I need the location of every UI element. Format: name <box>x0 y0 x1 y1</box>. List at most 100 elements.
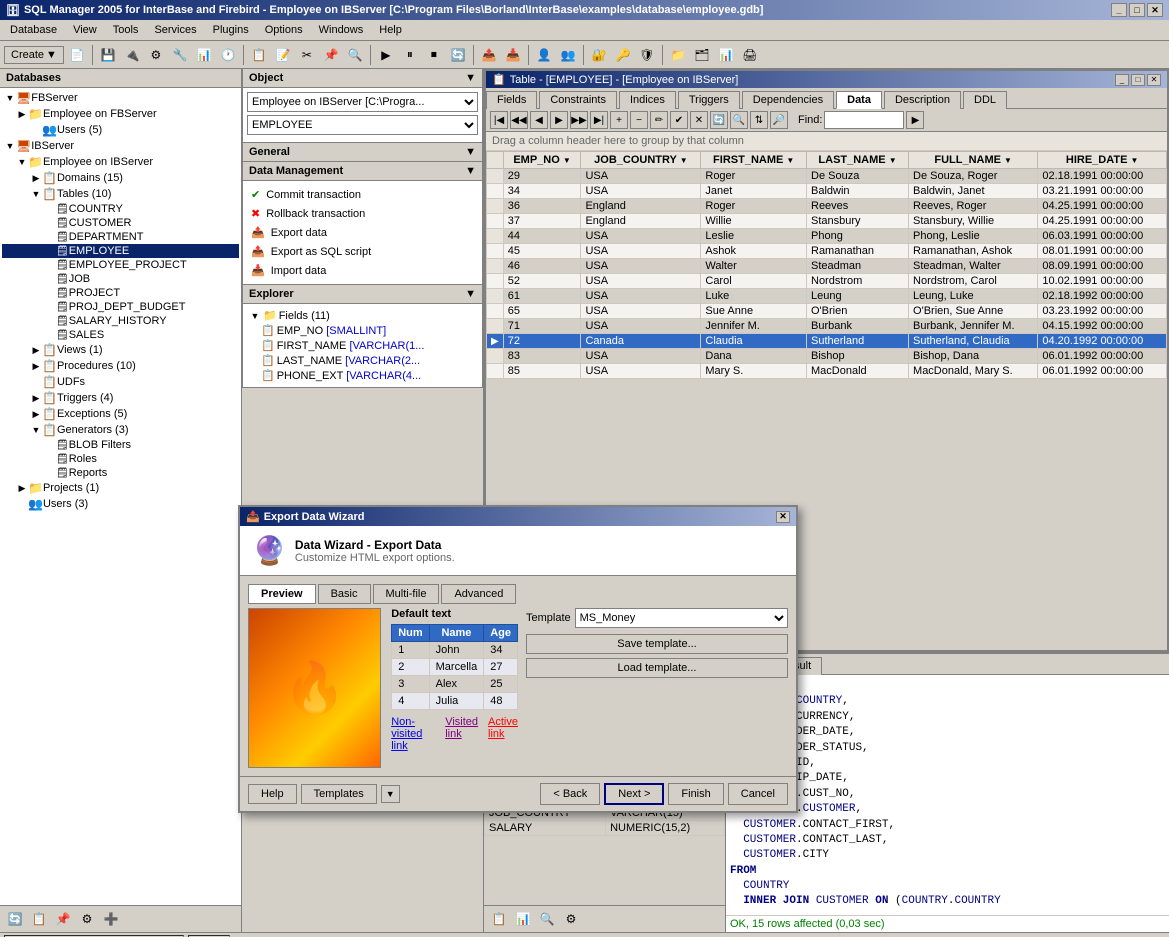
expand-tables[interactable]: ▼ <box>30 189 42 199</box>
tree-triggers[interactable]: ▶ 📋 Triggers (4) <box>2 390 239 406</box>
dialog-close-button[interactable]: ✕ <box>776 511 790 523</box>
table-row[interactable]: 83 USA Dana Bishop Bishop, Dana 06.01.19… <box>487 349 1167 364</box>
find-input[interactable] <box>824 111 904 129</box>
lp-btn-1[interactable]: 🔄 <box>4 908 26 930</box>
table-row[interactable]: 44 USA Leslie Phong Phong, Leslie 06.03.… <box>487 229 1167 244</box>
tb-btn-19[interactable]: 👤 <box>533 44 555 66</box>
export-wizard-dialog[interactable]: 📤 Export Data Wizard ✕ 🔮 Data Wizard - E… <box>238 505 798 813</box>
col-first-name[interactable]: FIRST_NAME ▼ <box>701 152 807 169</box>
col-full-name[interactable]: FULL_NAME ▼ <box>909 152 1038 169</box>
import-action[interactable]: 📥 Import data <box>247 261 478 280</box>
tree-job[interactable]: 🗒 JOB <box>2 272 239 286</box>
object-table-select[interactable]: EMPLOYEE <box>247 115 478 135</box>
expand-triggers[interactable]: ▶ <box>30 393 42 404</box>
exp-phone-ext[interactable]: 📋 PHONE_EXT [VARCHAR(4... <box>247 368 478 383</box>
nav-prev-page[interactable]: ◀◀ <box>510 111 528 129</box>
menu-services[interactable]: Services <box>148 22 202 38</box>
table-row[interactable]: 45 USA Ashok Ramanathan Ramanathan, Asho… <box>487 244 1167 259</box>
table-row[interactable]: 34 USA Janet Baldwin Baldwin, Janet 03.2… <box>487 184 1167 199</box>
expand-procedures[interactable]: ▶ <box>30 361 42 372</box>
tb-btn-25[interactable]: 🗂 <box>691 44 713 66</box>
tb-btn-21[interactable]: 🔐 <box>588 44 610 66</box>
nav-refresh[interactable]: 🔄 <box>710 111 728 129</box>
templates-button[interactable]: Templates <box>301 784 377 804</box>
wizard-tab-preview[interactable]: Preview <box>248 584 316 604</box>
table-row[interactable]: 85 USA Mary S. MacDonald MacDonald, Mary… <box>487 364 1167 379</box>
table-row[interactable]: ▶ 72 Canada Claudia Sutherland Sutherlan… <box>487 334 1167 349</box>
expand-emp-fbserver[interactable]: ▶ <box>16 109 28 120</box>
tree-generators[interactable]: ▼ 📋 Generators (3) <box>2 422 239 438</box>
expand-views[interactable]: ▶ <box>30 345 42 356</box>
wizard-tab-advanced[interactable]: Advanced <box>441 584 516 604</box>
expand-domains[interactable]: ▶ <box>30 173 42 184</box>
tab-constraints[interactable]: Constraints <box>539 91 617 109</box>
menu-database[interactable]: Database <box>4 22 63 38</box>
menu-help[interactable]: Help <box>373 22 408 38</box>
nav-filter[interactable]: 🔍 <box>730 111 748 129</box>
save-template-button[interactable]: Save template... <box>526 634 788 654</box>
tb-btn-10[interactable]: ✂ <box>296 44 318 66</box>
exp-first-name[interactable]: 📋 FIRST_NAME [VARCHAR(1... <box>247 338 478 353</box>
tb-btn-8[interactable]: 📋 <box>248 44 270 66</box>
finish-button[interactable]: Finish <box>668 783 723 805</box>
tree-users-fb[interactable]: 👥 Users (5) <box>2 122 239 138</box>
nav-prev[interactable]: ◀ <box>530 111 548 129</box>
export-action[interactable]: 📤 Export data <box>247 223 478 242</box>
wizard-tab-basic[interactable]: Basic <box>318 584 371 604</box>
object-db-select[interactable]: Employee on IBServer [C:\Progra... <box>247 92 478 112</box>
table-row[interactable]: 71 USA Jennifer M. Burbank Burbank, Jenn… <box>487 319 1167 334</box>
tb-btn-4[interactable]: ⚙ <box>145 44 167 66</box>
col-emp-no[interactable]: EMP_NO ▼ <box>503 152 581 169</box>
field-row[interactable]: SALARYNUMERIC(15,2) <box>485 821 725 836</box>
lp-btn-5[interactable]: ➕ <box>100 908 122 930</box>
general-section-header[interactable]: General ▼ <box>242 143 483 162</box>
templates-dropdown-btn[interactable]: ▼ <box>381 785 400 803</box>
menu-tools[interactable]: Tools <box>107 22 145 38</box>
nav-edit[interactable]: ✏ <box>650 111 668 129</box>
minimize-button[interactable]: _ <box>1111 3 1127 17</box>
tree-project[interactable]: 🗒 PROJECT <box>2 286 239 300</box>
cancel-button[interactable]: Cancel <box>728 783 788 805</box>
wizard-tab-multifile[interactable]: Multi-file <box>373 584 440 604</box>
tree-ibserver[interactable]: ▼ 🖥 IBServer <box>2 138 239 154</box>
tb-btn-7[interactable]: 🕐 <box>217 44 239 66</box>
tb-btn-6[interactable]: 📊 <box>193 44 215 66</box>
tree-employee[interactable]: 🗒 EMPLOYEE <box>2 244 239 258</box>
table-row[interactable]: 52 USA Carol Nordstrom Nordstrom, Carol … <box>487 274 1167 289</box>
tree-salary-history[interactable]: 🗒 SALARY_HISTORY <box>2 314 239 328</box>
tree-tables[interactable]: ▼ 📋 Tables (10) <box>2 186 239 202</box>
tab-ddl[interactable]: DDL <box>963 91 1007 109</box>
tree-users-ib[interactable]: 👥 Users (3) <box>2 496 239 512</box>
tree-views[interactable]: ▶ 📋 Views (1) <box>2 342 239 358</box>
table-row[interactable]: 61 USA Luke Leung Leung, Luke 02.18.1992… <box>487 289 1167 304</box>
menu-view[interactable]: View <box>67 22 103 38</box>
tb-btn-3[interactable]: 🔌 <box>121 44 143 66</box>
tree-procedures[interactable]: ▶ 📋 Procedures (10) <box>2 358 239 374</box>
export-sql-action[interactable]: 📤 Export as SQL script <box>247 242 478 261</box>
table-minimize-btn[interactable]: _ <box>1115 74 1129 86</box>
nav-first[interactable]: |◀ <box>490 111 508 129</box>
tree-blob-filters[interactable]: 🗒 BLOB Filters <box>2 438 239 452</box>
tb-btn-18[interactable]: 📥 <box>502 44 524 66</box>
tab-dependencies[interactable]: Dependencies <box>742 91 834 109</box>
commit-action[interactable]: ✔ Commit transaction <box>247 185 478 204</box>
menu-options[interactable]: Options <box>259 22 309 38</box>
expand-emp-ibserver[interactable]: ▼ <box>16 157 28 167</box>
menu-windows[interactable]: Windows <box>313 22 370 38</box>
tree-roles[interactable]: 🗒 Roles <box>2 452 239 466</box>
tb-btn-17[interactable]: 📤 <box>478 44 500 66</box>
col-hire-date[interactable]: HIRE_DATE ▼ <box>1038 152 1167 169</box>
expand-exceptions[interactable]: ▶ <box>30 409 42 420</box>
tb-btn-15[interactable]: ⏹ <box>423 44 445 66</box>
tb-btn-24[interactable]: 📁 <box>667 44 689 66</box>
tb-btn-1[interactable]: 📄 <box>66 44 88 66</box>
tab-data[interactable]: Data <box>836 91 882 109</box>
tree-customer[interactable]: 🗒 CUSTOMER <box>2 216 239 230</box>
data-mgmt-section-header[interactable]: Data Management ▼ <box>242 162 483 181</box>
expand-projects[interactable]: ▶ <box>16 483 28 494</box>
lp-btn-4[interactable]: ⚙ <box>76 908 98 930</box>
tree-domains[interactable]: ▶ 📋 Domains (15) <box>2 170 239 186</box>
tb-btn-27[interactable]: 🖨 <box>739 44 761 66</box>
link-visited[interactable]: Visited link <box>445 716 478 752</box>
databases-tree[interactable]: ▼ 🖥 FBServer ▶ 📁 Employee on FBServer 👥 … <box>0 88 241 905</box>
